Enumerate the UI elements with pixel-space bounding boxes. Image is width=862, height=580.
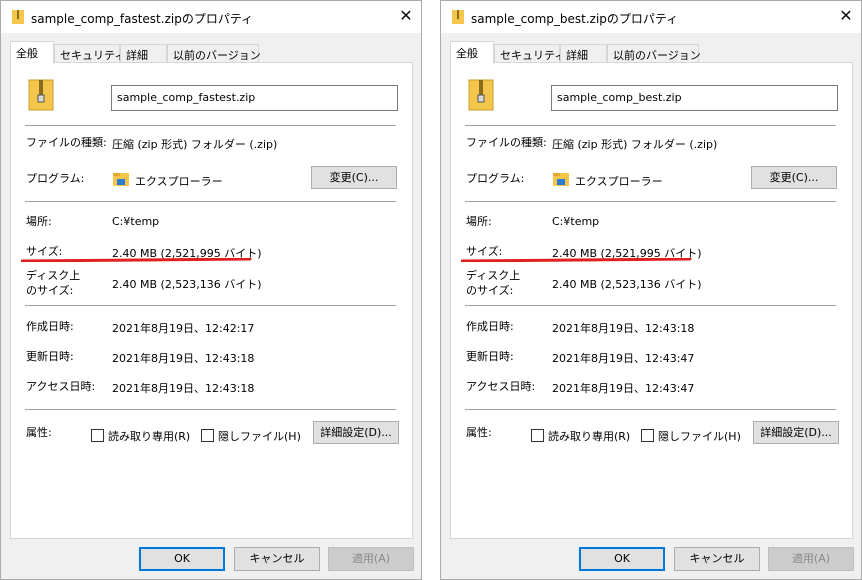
type-label: ファイルの種類: [26, 136, 107, 149]
zip-folder-icon [452, 10, 464, 24]
created-value: 2021年8月19日、12:43:18 [552, 322, 695, 335]
hidden-label[interactable]: 隠しファイル(H) [218, 428, 301, 444]
type-value: 圧縮 (zip 形式) フォルダー (.zip) [112, 138, 278, 151]
tab-previous-versions[interactable]: 以前のバージョン [607, 44, 701, 63]
hidden-checkbox[interactable] [641, 429, 654, 442]
modified-label: 更新日時: [466, 350, 514, 363]
divider [465, 409, 836, 410]
close-button[interactable]: ✕ [391, 1, 421, 33]
attributes-label: 属性: [466, 426, 492, 439]
tab-security[interactable]: セキュリティ [54, 44, 125, 63]
apply-button[interactable]: 適用(A) [328, 547, 414, 571]
divider [25, 409, 396, 410]
program-value: エクスプローラー [135, 175, 223, 188]
readonly-label[interactable]: 読み取り専用(R) [548, 428, 630, 444]
advanced-button[interactable]: 詳細設定(D)... [313, 421, 399, 444]
zip-folder-icon [28, 79, 54, 111]
tab-security[interactable]: セキュリティ [494, 44, 565, 63]
disk-size-label-line1: ディスク上 [26, 269, 81, 282]
location-label: 場所: [26, 215, 52, 228]
divider [465, 201, 836, 202]
explorer-folder-icon [553, 173, 569, 186]
disk-size-value: 2.40 MB (2,523,136 バイト) [112, 278, 262, 291]
size-label: サイズ: [466, 245, 503, 258]
tab-previous-versions[interactable]: 以前のバージョン [167, 44, 261, 63]
divider [465, 305, 836, 306]
tab-details[interactable]: 詳細 [560, 44, 607, 63]
program-value: エクスプローラー [575, 175, 663, 188]
disk-size-label-line1: ディスク上 [466, 269, 521, 282]
accessed-value: 2021年8月19日、12:43:47 [552, 382, 695, 395]
tab-general[interactable]: 全般 [450, 41, 494, 64]
ok-button[interactable]: OK [579, 547, 665, 571]
red-underline-mark [21, 258, 252, 262]
disk-size-label-line2: のサイズ: [466, 284, 514, 297]
tab-details[interactable]: 詳細 [120, 44, 167, 63]
window-title: sample_comp_fastest.zipのプロパティ [31, 12, 254, 26]
explorer-folder-icon [113, 173, 129, 186]
readonly-label[interactable]: 読み取り専用(R) [108, 428, 190, 444]
size-label: サイズ: [26, 245, 63, 258]
hidden-checkbox[interactable] [201, 429, 214, 442]
modified-value: 2021年8月19日、12:43:47 [552, 352, 695, 365]
change-button[interactable]: 変更(C)... [751, 166, 837, 189]
title-bar: sample_comp_best.zipのプロパティ ✕ [441, 1, 861, 33]
zip-folder-icon [12, 10, 24, 24]
created-label: 作成日時: [466, 320, 514, 333]
created-label: 作成日時: [26, 320, 74, 333]
location-label: 場所: [466, 215, 492, 228]
modified-value: 2021年8月19日、12:43:18 [112, 352, 255, 365]
program-label: プログラム: [466, 172, 525, 185]
disk-size-value: 2.40 MB (2,523,136 バイト) [552, 278, 702, 291]
properties-dialog: sample_comp_best.zipのプロパティ ✕ 全般 セキュリティ 詳… [440, 0, 862, 580]
filename-input[interactable]: sample_comp_fastest.zip [111, 85, 398, 111]
cancel-button[interactable]: キャンセル [674, 547, 760, 571]
program-label: プログラム: [26, 172, 85, 185]
red-underline-mark [461, 258, 692, 262]
change-button[interactable]: 変更(C)... [311, 166, 397, 189]
close-button[interactable]: ✕ [831, 1, 861, 33]
advanced-button[interactable]: 詳細設定(D)... [753, 421, 839, 444]
modified-label: 更新日時: [26, 350, 74, 363]
ok-button[interactable]: OK [139, 547, 225, 571]
general-panel: sample_comp_fastest.zip ファイルの種類: 圧縮 (zip… [10, 62, 413, 539]
attributes-label: 属性: [26, 426, 52, 439]
zip-folder-icon [468, 79, 494, 111]
created-value: 2021年8月19日、12:42:17 [112, 322, 255, 335]
general-panel: sample_comp_best.zip ファイルの種類: 圧縮 (zip 形式… [450, 62, 853, 539]
accessed-label: アクセス日時: [26, 380, 96, 393]
window-title: sample_comp_best.zipのプロパティ [471, 12, 679, 26]
accessed-value: 2021年8月19日、12:43:18 [112, 382, 255, 395]
hidden-label[interactable]: 隠しファイル(H) [658, 428, 741, 444]
type-value: 圧縮 (zip 形式) フォルダー (.zip) [552, 138, 718, 151]
readonly-checkbox[interactable] [531, 429, 544, 442]
location-value: C:¥temp [552, 215, 600, 228]
filename-input[interactable]: sample_comp_best.zip [551, 85, 838, 111]
title-bar: sample_comp_fastest.zipのプロパティ ✕ [1, 1, 421, 33]
divider [25, 305, 396, 306]
readonly-checkbox[interactable] [91, 429, 104, 442]
accessed-label: アクセス日時: [466, 380, 536, 393]
apply-button[interactable]: 適用(A) [768, 547, 854, 571]
divider [465, 125, 836, 126]
properties-dialog: sample_comp_fastest.zipのプロパティ ✕ 全般 セキュリテ… [0, 0, 422, 580]
divider [25, 125, 396, 126]
tab-general[interactable]: 全般 [10, 41, 54, 64]
cancel-button[interactable]: キャンセル [234, 547, 320, 571]
location-value: C:¥temp [112, 215, 160, 228]
divider [25, 201, 396, 202]
type-label: ファイルの種類: [466, 136, 547, 149]
disk-size-label-line2: のサイズ: [26, 284, 74, 297]
